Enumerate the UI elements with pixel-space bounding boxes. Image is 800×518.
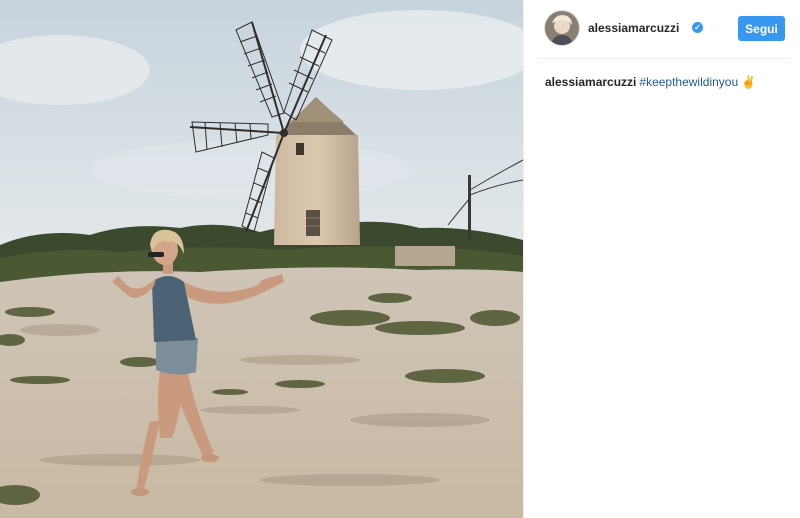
verified-check-icon: ✓ (692, 22, 703, 33)
victory-hand-emoji-icon: ✌ (741, 75, 757, 89)
caption-hashtag[interactable]: #keepthewildinyou (639, 75, 738, 89)
caption-username[interactable]: alessiamarcuzzi (545, 75, 636, 89)
avatar[interactable] (545, 11, 579, 45)
post-photo[interactable] (0, 0, 523, 518)
windmill-photo (0, 0, 523, 518)
avatar-image (545, 11, 579, 45)
username-link[interactable]: alessiamarcuzzi (588, 21, 679, 35)
post-sidebar: alessiamarcuzzi ✓ Segui alessiamarcuzzi #… (523, 0, 800, 518)
post-caption: alessiamarcuzzi #keepthewildinyou ✌ (545, 75, 756, 89)
post-header: alessiamarcuzzi ✓ Segui (538, 0, 790, 59)
follow-button[interactable]: Segui (738, 16, 785, 41)
